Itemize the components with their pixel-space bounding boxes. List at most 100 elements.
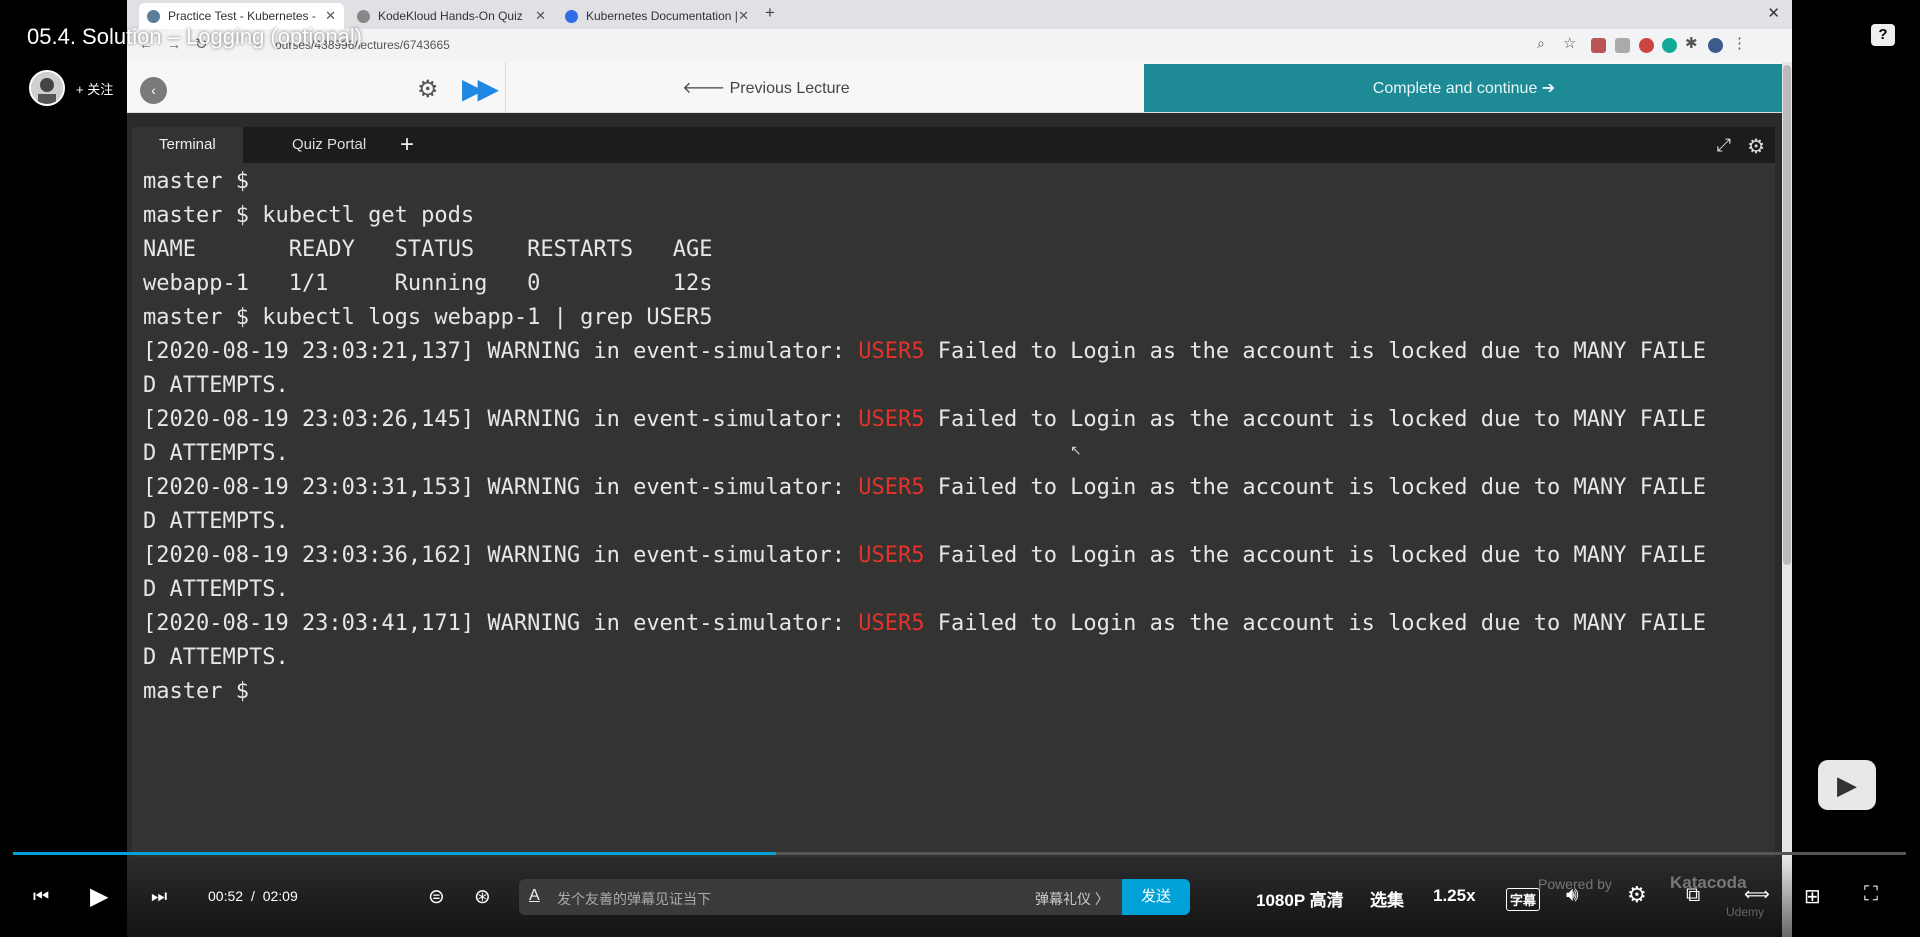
- log-prefix: [2020-08-19 23:03:26,145] WARNING in eve…: [143, 407, 859, 432]
- page-scrollbar-thumb[interactable]: [1783, 65, 1791, 565]
- grep-highlight: USER5: [858, 339, 925, 364]
- terminal-line: [2020-08-19 23:03:26,145] WARNING in eve…: [143, 403, 1768, 437]
- current-time: 00:52: [208, 888, 244, 904]
- extension-icon[interactable]: [1615, 38, 1630, 53]
- log-prefix: [2020-08-19 23:03:21,137] WARNING in eve…: [143, 339, 859, 364]
- quality-button[interactable]: 1080P 高清: [1256, 886, 1344, 911]
- close-tab-icon[interactable]: ✕: [325, 8, 336, 24]
- kubernetes-favicon-icon: [565, 9, 578, 23]
- terminal-line: D ATTEMPTS.: [143, 441, 289, 466]
- settings-gear-icon[interactable]: ⚙: [1627, 882, 1647, 908]
- danmaku-settings-icon[interactable]: ⊛: [474, 884, 491, 909]
- web-fullscreen-icon[interactable]: ⊞: [1804, 884, 1821, 909]
- browser-tab-kodekloud[interactable]: KodeKloud Hands-On Quiz ✕: [349, 3, 554, 29]
- zoom-icon[interactable]: ⌕: [1537, 35, 1545, 52]
- tab-terminal[interactable]: Terminal: [132, 127, 243, 163]
- terminal-line: [2020-08-19 23:03:36,162] WARNING in eve…: [143, 539, 1768, 573]
- terminal-panel[interactable]: Terminal Quiz Portal + ⤢ ⚙ master $ mast…: [132, 127, 1775, 857]
- speed-button[interactable]: 1.25x: [1433, 886, 1476, 906]
- new-tab-icon[interactable]: +: [765, 3, 775, 23]
- katacoda-logo: Katacoda: [1670, 873, 1747, 892]
- video-title: 05.4. Solution – Logging (optional): [27, 24, 363, 49]
- close-tab-icon[interactable]: ✕: [738, 8, 749, 24]
- danmaku-input[interactable]: 发个友善的弹幕见证当下: [557, 889, 711, 909]
- tab-label: Practice Test - Kubernetes - C: [168, 9, 318, 23]
- terminal-output[interactable]: master $ master $ kubectl get pods NAME R…: [143, 165, 1768, 709]
- settings-gear-icon[interactable]: ⚙: [417, 75, 439, 104]
- browser-tab-k8s-docs[interactable]: Kubernetes Documentation | ✕: [557, 3, 757, 29]
- terminal-settings-gear-icon[interactable]: ⚙: [1747, 134, 1765, 159]
- time-separator: /: [250, 888, 255, 904]
- log-prefix: [2020-08-19 23:03:31,153] WARNING in eve…: [143, 475, 859, 500]
- terminal-line: D ATTEMPTS.: [143, 509, 289, 534]
- extension-icon[interactable]: [1662, 38, 1677, 53]
- widescreen-icon[interactable]: ⟺: [1744, 884, 1770, 905]
- extension-icon[interactable]: [1639, 38, 1654, 53]
- terminal-line: D ATTEMPTS.: [143, 645, 289, 670]
- uploader-avatar[interactable]: [29, 70, 65, 106]
- log-prefix: [2020-08-19 23:03:41,171] WARNING in eve…: [143, 611, 859, 636]
- terminal-line: D ATTEMPTS.: [143, 373, 289, 398]
- terminal-line: D ATTEMPTS.: [143, 577, 289, 602]
- terminal-line: [2020-08-19 23:03:31,153] WARNING in eve…: [143, 471, 1768, 505]
- danmaku-style-icon[interactable]: A: [529, 887, 540, 905]
- grep-highlight: USER5: [858, 543, 925, 568]
- play-icon[interactable]: ▶: [90, 882, 108, 911]
- bookmark-star-icon[interactable]: ☆: [1563, 34, 1576, 52]
- danmaku-toggle-icon[interactable]: ⊜: [428, 884, 445, 909]
- grep-highlight: USER5: [858, 475, 925, 500]
- progress-bar-fill[interactable]: [13, 852, 776, 855]
- log-message: Failed to Login as the account is locked…: [924, 611, 1706, 636]
- tab-label: Kubernetes Documentation |: [586, 9, 738, 23]
- lecture-nav-bar: ‹ ⚙ ▶▶ 🡐 Previous Lecture Complete and c…: [127, 62, 1792, 113]
- log-message: Failed to Login as the account is locked…: [924, 543, 1706, 568]
- danmaku-etiquette-link[interactable]: 弹幕礼仪 〉: [1035, 889, 1109, 909]
- add-tab-plus-icon[interactable]: +: [400, 127, 414, 163]
- address-bar[interactable]: ← → ↻ ourses/438996/lectures/6743665 ⌕ ☆…: [127, 29, 1792, 63]
- terminal-tab-bar: Terminal Quiz Portal + ⤢ ⚙: [132, 127, 1775, 163]
- log-prefix: [2020-08-19 23:03:36,162] WARNING in eve…: [143, 543, 859, 568]
- browser-tab-bar: Practice Test - Kubernetes - C ✕ KodeKlo…: [127, 0, 1792, 29]
- sidebar-toggle-chevron-left-icon[interactable]: ‹: [140, 77, 167, 104]
- log-message: Failed to Login as the account is locked…: [924, 407, 1706, 432]
- udemy-watermark: Udemy: [1726, 905, 1765, 919]
- close-tab-icon[interactable]: ✕: [535, 8, 546, 24]
- profile-avatar-icon[interactable]: [1708, 38, 1723, 53]
- fullscreen-icon[interactable]: ⛶: [1864, 883, 1878, 906]
- window-close-icon[interactable]: ✕: [1767, 4, 1780, 22]
- danmaku-input-box[interactable]: A 发个友善的弹幕见证当下 弹幕礼仪 〉 发送: [519, 879, 1190, 915]
- powered-by-label: Powered by: [1538, 876, 1612, 892]
- grep-highlight: USER5: [858, 407, 925, 432]
- mouse-pointer-icon: ↖: [1070, 442, 1082, 458]
- next-icon[interactable]: ⏭: [151, 886, 167, 907]
- extension-icon[interactable]: [1591, 38, 1606, 53]
- site-favicon-icon: [357, 9, 370, 23]
- episodes-button[interactable]: 选集: [1370, 886, 1404, 911]
- previous-icon[interactable]: ⏮: [33, 886, 49, 907]
- duration: 02:09: [262, 888, 298, 904]
- log-message: Failed to Login as the account is locked…: [924, 339, 1706, 364]
- expand-fullscreen-icon[interactable]: ⤢: [1717, 135, 1731, 156]
- browser-menu-icon[interactable]: ⋮: [1732, 34, 1747, 52]
- terminal-line: NAME READY STATUS RESTARTS AGE: [143, 237, 713, 262]
- terminal-line: webapp-1 1/1 Running 0 12s: [143, 271, 713, 296]
- terminal-line: master $ kubectl get pods: [143, 203, 475, 228]
- log-message: Failed to Login as the account is locked…: [924, 475, 1706, 500]
- help-question-icon[interactable]: ?: [1871, 24, 1895, 46]
- subtitle-button[interactable]: 字幕: [1506, 888, 1541, 911]
- time-display: 00:52 / 02:09: [208, 888, 298, 904]
- terminal-line: master $: [143, 679, 263, 704]
- tv-play-icon[interactable]: ▶: [1818, 760, 1876, 810]
- terminal-line: master $: [143, 169, 263, 194]
- terminal-line: [2020-08-19 23:03:21,137] WARNING in eve…: [143, 335, 1768, 369]
- tab-quiz-portal[interactable]: Quiz Portal: [265, 127, 393, 163]
- previous-lecture-button[interactable]: 🡐 Previous Lecture: [505, 62, 1026, 112]
- send-button[interactable]: 发送: [1122, 879, 1190, 915]
- fast-forward-icon[interactable]: ▶▶: [462, 72, 499, 105]
- follow-button[interactable]: + 关注: [76, 79, 113, 98]
- terminal-line: master $ kubectl logs webapp-1 | grep US…: [143, 305, 713, 330]
- grep-highlight: USER5: [858, 611, 925, 636]
- complete-and-continue-button[interactable]: Complete and continue ➔: [1144, 64, 1784, 112]
- terminal-line: [2020-08-19 23:03:41,171] WARNING in eve…: [143, 607, 1768, 641]
- extensions-puzzle-icon[interactable]: ✱: [1685, 34, 1698, 52]
